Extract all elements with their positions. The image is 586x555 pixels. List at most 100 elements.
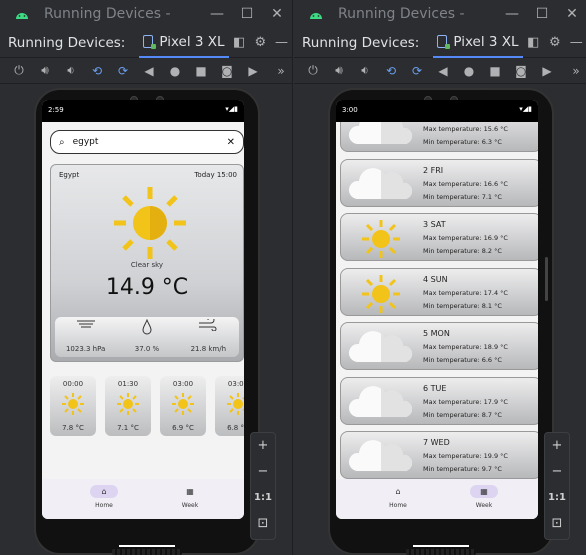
signal-battery-icon: ▾◢▮ [225,105,238,113]
rotate-right-icon[interactable]: ⟳ [110,64,136,78]
min-temperature: Min temperature: 9.7 °C [423,465,502,473]
more-icon[interactable]: » [274,64,288,78]
actual-size-button[interactable]: 1:1 [251,485,275,511]
volume-up-icon[interactable]: 🔊︎ [32,63,58,78]
sun-icon [117,393,139,415]
screenshot-icon[interactable]: ◙ [508,64,534,78]
hourly-card: 03:00 6.8 °C [215,376,244,436]
location-label: Egypt [59,171,80,179]
gear-icon[interactable]: ⚙ [544,35,565,50]
zoom-out-button[interactable]: − [251,459,275,485]
day-forecast-card: 7 WED Max temperature: 19.9 °C Min tempera… [340,431,538,479]
device-screen[interactable]: 3:00 ▾◢▮ 1 THUMax temperature: 15.6 °CMin… [336,100,538,519]
zoom-out-button[interactable]: − [545,459,569,485]
cloud-icon [348,440,413,471]
layout-icon[interactable]: ◧ [523,35,544,50]
running-devices-panel-right: Running Devices - — ☐ ✕ Running Devices:… [294,0,586,555]
power-icon[interactable]: ⏻ [6,63,32,78]
device-tabs: Running Devices: Pixel 3 XL ◧ ⚙ — [294,28,586,58]
search-input[interactable]: ⌕ egypt ✕ [50,130,244,154]
record-icon[interactable]: ▶ [534,64,560,78]
minimize-icon[interactable]: — [271,35,292,50]
day-forecast-card: 6 TUE Max temperature: 17.9 °C Min tempera… [340,376,538,425]
volume-down-icon[interactable]: 🔉︎ [352,63,378,78]
minimize-icon[interactable]: — [566,35,586,50]
tab-pixel-3-xl[interactable]: Pixel 3 XL [433,28,523,58]
speaker-grille [112,549,182,555]
device-frame: 2:59 ▾◢▮ ⌕ egypt ✕ Egypt Today 15:00 Cle… [34,88,260,555]
current-temperature: 14.9 °C [105,275,189,300]
hourly-card: 01:30 7.1 °C [105,376,151,436]
scrollbar[interactable] [545,257,548,301]
layout-icon[interactable]: ◧ [229,35,250,50]
day-label: 7 WED [423,438,450,447]
rotate-left-icon[interactable]: ⟲ [84,64,110,78]
close-button[interactable]: ✕ [262,6,292,22]
max-temperature: Max temperature: 16.9 °C [423,234,508,242]
max-temperature: Max temperature: 15.6 °C [423,125,508,133]
search-icon: ⌕ [59,136,65,148]
window-title: Running Devices - [338,6,465,22]
nav-week[interactable]: ▦ Week [170,485,210,509]
hour-temp: 6.9 °C [172,424,194,432]
rotate-right-icon[interactable]: ⟳ [404,64,430,78]
hourly-card: 03:00 6.9 °C [160,376,206,436]
hourly-forecast-list[interactable]: 00:00 7.8 °C 01:30 7.1 °C 03:00 6.9 °C 03:0… [50,376,244,438]
actual-size-button[interactable]: 1:1 [545,485,569,511]
sun-icon [227,393,244,415]
humidity-value: 37.0 % [134,345,160,353]
home-icon[interactable]: ● [456,64,482,78]
nav-home[interactable]: ⌂ Home [378,485,418,509]
max-temperature: Max temperature: 19.9 °C [423,452,508,460]
sun-icon [362,220,400,258]
bottom-navigation: ⌂ Home ▦ Week [42,479,244,519]
power-icon[interactable]: ⏻ [300,63,326,78]
overview-icon[interactable]: ■ [188,64,214,78]
min-temperature: Min temperature: 6.3 °C [423,138,502,146]
maximize-button[interactable]: ☐ [527,6,557,22]
record-icon[interactable]: ▶ [240,64,266,78]
wind-metric: 21.8 km/h [180,317,236,353]
overview-icon[interactable]: ■ [482,64,508,78]
current-weather-card: Egypt Today 15:00 Clear sky 14.9 °C 1023… [50,164,244,362]
day-label: 3 SAT [423,220,446,229]
zoom-controls-left: + − 1:1 ⊡ [250,432,276,540]
android-icon [16,13,28,19]
fit-screen-button[interactable]: ⊡ [251,511,275,537]
nav-week[interactable]: ▦ Week [464,485,504,509]
min-temperature: Min temperature: 8.2 °C [423,247,502,255]
zoom-in-button[interactable]: + [251,433,275,459]
close-button[interactable]: ✕ [557,6,586,22]
volume-up-icon[interactable]: 🔊︎ [326,63,352,78]
volume-down-icon[interactable]: 🔉︎ [58,63,84,78]
tabs-label: Running Devices: [302,34,420,51]
home-icon[interactable]: ● [162,64,188,78]
day-label: 2 FRI [423,165,444,175]
gesture-bar [413,545,469,547]
device-screen[interactable]: 2:59 ▾◢▮ ⌕ egypt ✕ Egypt Today 15:00 Cle… [42,100,244,519]
more-icon[interactable]: » [569,64,583,78]
wind-value: 21.8 km/h [190,345,227,353]
back-icon[interactable]: ◀ [430,64,456,78]
status-time: 3:00 [342,106,358,114]
hide-button[interactable]: — [202,6,232,22]
weekly-forecast-list[interactable]: 1 THUMax temperature: 15.6 °CMin tempera… [336,122,538,479]
nav-home[interactable]: ⌂ Home [84,485,124,509]
phone-icon [143,35,157,49]
fit-screen-button[interactable]: ⊡ [545,511,569,537]
android-icon [310,13,322,19]
hide-button[interactable]: — [497,6,527,22]
zoom-in-button[interactable]: + [545,433,569,459]
maximize-button[interactable]: ☐ [232,6,262,22]
tab-pixel-3-xl[interactable]: Pixel 3 XL [139,28,229,58]
max-temperature: Max temperature: 16.6 °C [423,179,508,188]
gear-icon[interactable]: ⚙ [250,35,271,50]
clear-icon[interactable]: ✕ [227,137,235,148]
device-toolbar: ⏻ 🔊︎ 🔉︎ ⟲ ⟳ ◀ ● ■ ◙ ▶ » [294,58,586,84]
sun-icon [62,393,84,415]
device-frame: 3:00 ▾◢▮ 1 THUMax temperature: 15.6 °CMin… [328,88,554,555]
rotate-left-icon[interactable]: ⟲ [378,64,404,78]
pressure-value: 1023.3 hPa [65,345,106,353]
back-icon[interactable]: ◀ [136,64,162,78]
screenshot-icon[interactable]: ◙ [214,64,240,78]
